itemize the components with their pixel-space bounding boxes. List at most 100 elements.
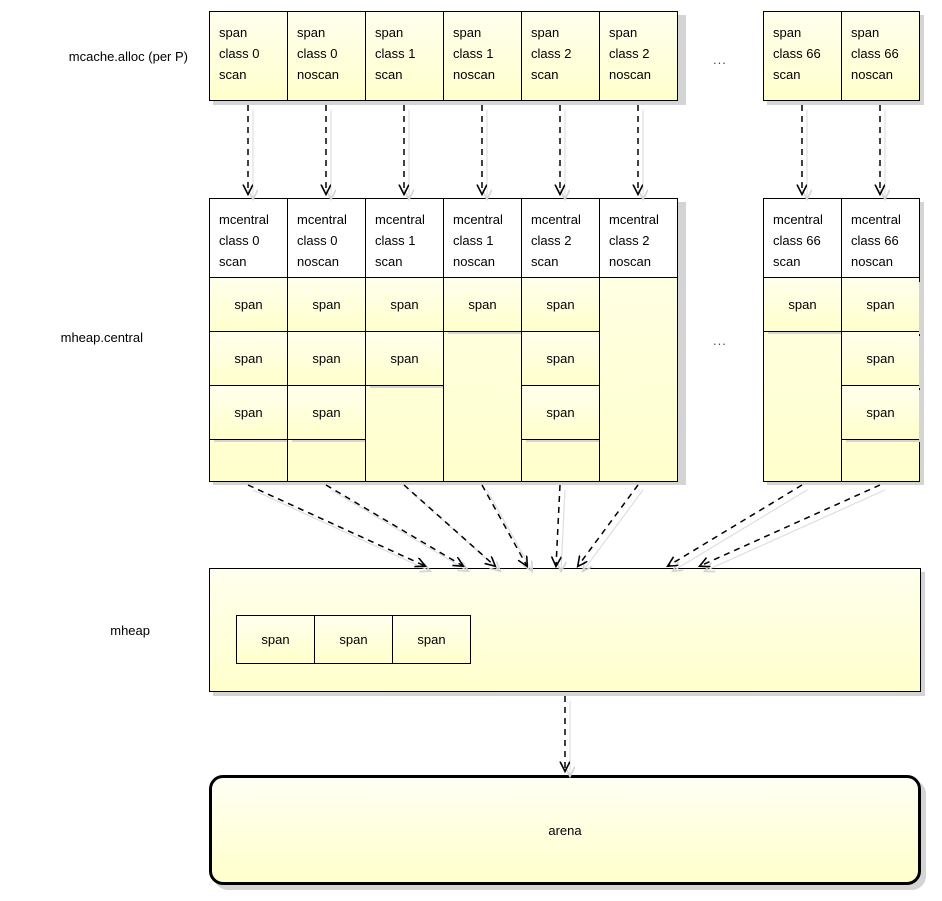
mcentral-span-item[interactable]: span [366, 278, 443, 332]
mcentral-column-empty-area [366, 386, 443, 481]
mcache-span-line-3: scan [219, 67, 247, 82]
mcentral-column[interactable]: mcentral class 0 noscan span span span [287, 198, 366, 482]
arrow-mcentral-to-mheap [556, 484, 560, 566]
mcentral-span-item[interactable]: span [522, 278, 599, 332]
mcentral-span-label: span [546, 405, 575, 420]
mcentral-column-header: mcentral class 1 noscan [444, 199, 521, 278]
mcentral-header-line-2: class 2 [609, 233, 650, 248]
mcentral-span-item[interactable]: span [842, 278, 919, 332]
mcache-span-box[interactable]: span class 1 noscan [443, 11, 522, 101]
mcentral-column-header: mcentral class 1 scan [366, 199, 443, 278]
mcentral-span-item[interactable]: span [210, 278, 287, 332]
arrow-mcentral-to-mheap [325, 484, 463, 566]
mcentral-header-line-2: class 2 [531, 233, 572, 248]
mcentral-header-line-2: class 66 [851, 233, 899, 248]
arrow-mcentral-to-mheap-shadow [561, 489, 565, 571]
mcentral-column[interactable]: mcentral class 1 noscan span [443, 198, 522, 482]
mcache-span-line-2: class 0 [219, 46, 260, 61]
mcentral-column-empty-area [522, 440, 599, 481]
mcentral-header-line-3: scan [531, 254, 559, 269]
mcentral-span-label: span [312, 351, 341, 366]
mcentral-span-item[interactable]: span [842, 386, 919, 440]
free-list-span[interactable]: span [392, 615, 471, 664]
arrow-mcentral-to-mheap [700, 484, 881, 566]
mcentral-column-header: mcentral class 66 scan [764, 199, 841, 278]
mcentral-column-header: mcentral class 0 noscan [288, 199, 365, 278]
mcache-span-box[interactable]: span class 0 scan [209, 11, 288, 101]
mcentral-span-item[interactable]: span [764, 278, 841, 332]
mcentral-span-item[interactable]: span [366, 332, 443, 386]
mcentral-column[interactable]: mcentral class 66 noscan span span span [841, 198, 920, 482]
free-list-span[interactable]: span [314, 615, 393, 664]
mcache-span-line-1: span [531, 25, 560, 40]
mcentral-header-line-2: class 1 [453, 233, 494, 248]
mcentral-span-item[interactable]: span [288, 332, 365, 386]
mcentral-column[interactable]: mcentral class 66 scan span [763, 198, 842, 482]
mcache-span-box[interactable]: span class 2 scan [521, 11, 600, 101]
mcache-span-line-3: scan [375, 67, 403, 82]
mcentral-column[interactable]: mcentral class 0 scan span span span [209, 198, 288, 482]
mcentral-span-label: span [312, 297, 341, 312]
mcentral-header-line-2: class 66 [773, 233, 821, 248]
mcentral-span-item[interactable]: span [842, 332, 919, 386]
mcentral-span-item[interactable]: span [210, 332, 287, 386]
mcentral-header-line-1: mcentral [297, 212, 347, 227]
mcache-span-box[interactable]: span class 66 noscan [841, 11, 920, 101]
mcentral-span-item[interactable]: span [288, 278, 365, 332]
mcache-span-line-1: span [851, 25, 880, 40]
arrow-mcentral-to-mheap-shadow [705, 489, 886, 571]
mcentral-span-item[interactable]: span [522, 386, 599, 440]
mcache-span-line-1: span [773, 25, 802, 40]
mcentral-span-label: span [866, 297, 895, 312]
mcentral-header-line-2: class 0 [219, 233, 260, 248]
mcentral-span-label: span [866, 351, 895, 366]
arrow-mcentral-to-mheap-shadow [252, 489, 430, 571]
mcentral-column[interactable]: mcentral class 2 noscan [599, 198, 678, 482]
mcache-span-line-1: span [297, 25, 326, 40]
mcentral-column-empty-area [210, 440, 287, 481]
mcentral-column[interactable]: mcentral class 1 scan span span [365, 198, 444, 482]
arrow-mcentral-to-mheap [481, 484, 527, 566]
mcentral-column-header: mcentral class 2 scan [522, 199, 599, 278]
mcentral-header-line-3: noscan [453, 254, 495, 269]
mcentral-span-item[interactable]: span [522, 332, 599, 386]
mcentral-header-line-3: scan [219, 254, 247, 269]
arrow-mheap-to-arena [565, 696, 570, 776]
mcentral-header-line-3: scan [375, 254, 403, 269]
mcentral-column-empty-area [444, 332, 521, 481]
mcache-span-line-3: scan [773, 67, 801, 82]
mcache-span-line-2: class 2 [609, 46, 650, 61]
mcentral-column-empty-area [764, 332, 841, 481]
mcentral-column[interactable]: mcentral class 2 scan span span span [521, 198, 600, 482]
mcache-span-line-2: class 66 [851, 46, 899, 61]
mcentral-span-item[interactable]: span [444, 278, 521, 332]
mcentral-column-empty-area [842, 440, 919, 481]
mcache-span-line-3: noscan [851, 67, 893, 82]
mcentral-span-label: span [390, 297, 419, 312]
mcache-span-box[interactable]: span class 1 scan [365, 11, 444, 101]
row-label-mcache: mcache.alloc (per P) [68, 49, 188, 64]
mcache-span-line-2: class 66 [773, 46, 821, 61]
mcentral-header-line-3: scan [773, 254, 801, 269]
mcentral-span-item[interactable]: span [288, 386, 365, 440]
mcache-span-box[interactable]: span class 0 noscan [287, 11, 366, 101]
mcentral-span-label: span [312, 405, 341, 420]
arrows-mcache-to-mcentral [248, 105, 885, 199]
mcache-span-box[interactable]: span class 66 scan [763, 11, 842, 101]
arrow-mcentral-to-mheap-shadow [486, 489, 532, 571]
mcentral-column-header: mcentral class 66 noscan [842, 199, 919, 278]
mcache-span-line-1: span [453, 25, 482, 40]
mcache-span-line-2: class 1 [375, 46, 416, 61]
mcentral-span-label: span [546, 297, 575, 312]
mcache-span-line-3: noscan [297, 67, 339, 82]
mcentral-span-label: span [788, 297, 817, 312]
arrow-mcentral-to-mheap-shadow [583, 489, 644, 571]
free-list-span[interactable]: span [236, 615, 315, 664]
mcache-span-box[interactable]: span class 2 noscan [599, 11, 678, 101]
mcentral-span-label: span [468, 297, 497, 312]
row-label-mheap: mheap [110, 623, 150, 638]
mcentral-ellipsis: ... [713, 333, 727, 348]
mcentral-span-item[interactable]: span [210, 386, 287, 440]
arena-label: arena [548, 822, 582, 838]
arrow-mcentral-to-mheap [668, 484, 803, 566]
